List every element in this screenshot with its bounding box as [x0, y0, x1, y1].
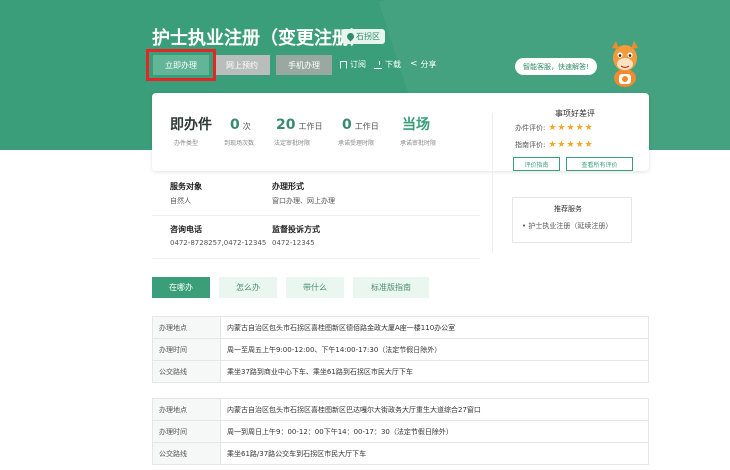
tab-how[interactable]: 怎么办	[219, 277, 277, 298]
download-label: 下载	[385, 60, 401, 69]
share-button[interactable]: < 分享	[410, 59, 437, 70]
view-all-ratings-button[interactable]: 查看所有评价	[566, 157, 633, 171]
subscribe-button[interactable]: 订阅	[340, 59, 366, 70]
location-table-1: 办理地点 内蒙古自治区包头市石拐区喜桂图新区德佰路金政大厦A座一楼110办公室 …	[152, 316, 649, 383]
row-label: 办理时间	[152, 420, 221, 443]
service-target-label: 服务对象	[170, 182, 202, 191]
stat-legal-limit: 20 工作日 法定审批时限	[274, 117, 323, 147]
row-label: 公交路线	[152, 360, 221, 383]
bookmark-icon	[340, 60, 347, 69]
assistant-bubble[interactable]: 智能客服，快速解答!	[515, 58, 597, 75]
tab-standard-guide[interactable]: 标准版指南	[353, 277, 429, 298]
consult-phone-value: 0472-8728257,0472-12345	[170, 239, 267, 247]
rating-title: 事项好差评	[555, 109, 595, 118]
card-divider	[492, 113, 493, 253]
recommended-services: 推荐服务 • 护士执业注册（延续注册）	[512, 197, 632, 243]
consult-phone-label: 咨询电话	[170, 225, 202, 234]
stat-accept-limit: 0 工作日 承诺受理时限	[338, 117, 379, 147]
case-rating-row: 办件评价: ★★★★★	[515, 123, 594, 133]
region-badge[interactable]: 石拐区	[342, 29, 385, 44]
row-value: 内蒙古自治区包头市石拐区喜桂图新区巴达嘎尔大街政务大厅重生大道综合27窗口	[220, 398, 649, 421]
guide-rating-row: 指南评价: ★★★★★	[515, 140, 594, 150]
handling-form-value: 窗口办理、网上办理	[272, 197, 335, 205]
service-target-value: 自然人	[170, 197, 191, 205]
mobile-handle-button[interactable]: 手机办理	[276, 55, 332, 75]
table-row: 办理时间 周一至周五上午9:00-12:00、下午14:00-17:30（法定节…	[152, 338, 649, 361]
share-label: 分享	[420, 60, 437, 69]
online-reservation-button[interactable]: 网上预约	[214, 55, 270, 75]
recommended-item-link[interactable]: • 护士执业注册（延续注册）	[522, 221, 612, 231]
share-icon: <	[410, 59, 418, 69]
row-value: 周一到周日上午9：00-12：00下午14：00-17：30（法定节假日除外）	[220, 420, 649, 443]
highlight-annotation-box	[146, 49, 216, 81]
table-row: 办理时间 周一到周日上午9：00-12：00下午14：00-17：30（法定节假…	[152, 420, 649, 443]
page-title: 护士执业注册（变更注册）	[152, 28, 368, 49]
table-row: 公交路线 乘坐61路/37路公交车到石拐区市民大厅下车	[152, 442, 649, 465]
handling-form-label: 办理形式	[272, 182, 304, 191]
recommended-title: 推荐服务	[554, 205, 582, 213]
row-label: 办理地点	[152, 398, 221, 421]
tab-materials[interactable]: 带什么	[286, 277, 344, 298]
download-icon	[374, 60, 382, 69]
table-row: 公交路线 乘坐37路到商业中心下车、乘坐61路到石拐区市民大厅下车	[152, 360, 649, 383]
star-rating-icon: ★★★★★	[548, 123, 594, 133]
complaint-label: 监督投诉方式	[272, 225, 320, 234]
row-value: 乘坐61路/37路公交车到石拐区市民大厅下车	[220, 442, 649, 465]
stat-onsite-visits: 0次 到现场次数	[224, 117, 255, 147]
row-value: 内蒙古自治区包头市石拐区喜桂图新区德佰路金政大厦A座一楼110办公室	[220, 316, 649, 339]
mascot-icon[interactable]	[606, 40, 644, 88]
stat-case-type: 即办件 办件类型	[170, 117, 212, 147]
evaluate-guide-button[interactable]: 评价指南	[513, 157, 560, 171]
location-pin-icon	[345, 31, 356, 42]
row-value: 乘坐37路到商业中心下车、乘坐61路到石拐区市民大厅下车	[220, 360, 649, 383]
table-row: 办理地点 内蒙古自治区包头市石拐区喜桂图新区巴达嘎尔大街政务大厅重生大道综合27…	[152, 398, 649, 421]
stat-approve-limit: 当场 承诺审批时限	[400, 117, 437, 147]
complaint-value: 0472-12345	[272, 239, 315, 247]
row-value: 周一至周五上午9:00-12:00、下午14:00-17:30（法定节假日除外）	[220, 338, 649, 361]
row-label: 公交路线	[152, 442, 221, 465]
info-divider	[152, 258, 480, 259]
guide-tabs: 在哪办 怎么办 带什么 标准版指南	[152, 277, 429, 298]
tab-where[interactable]: 在哪办	[152, 277, 210, 298]
table-row: 办理地点 内蒙古自治区包头市石拐区喜桂图新区德佰路金政大厦A座一楼110办公室	[152, 316, 649, 339]
location-table-2: 办理地点 内蒙古自治区包头市石拐区喜桂图新区巴达嘎尔大街政务大厅重生大道综合27…	[152, 398, 649, 465]
summary-card: 即办件 办件类型 0次 到现场次数 20 工作日 法定审批时限 0 工作日 承诺受理…	[152, 93, 649, 253]
download-button[interactable]: 下载	[374, 59, 401, 70]
info-divider	[152, 215, 480, 216]
star-rating-icon: ★★★★★	[548, 140, 594, 150]
row-label: 办理时间	[152, 338, 221, 361]
subscribe-label: 订阅	[350, 60, 366, 69]
row-label: 办理地点	[152, 316, 221, 339]
region-label: 石拐区	[356, 32, 380, 41]
